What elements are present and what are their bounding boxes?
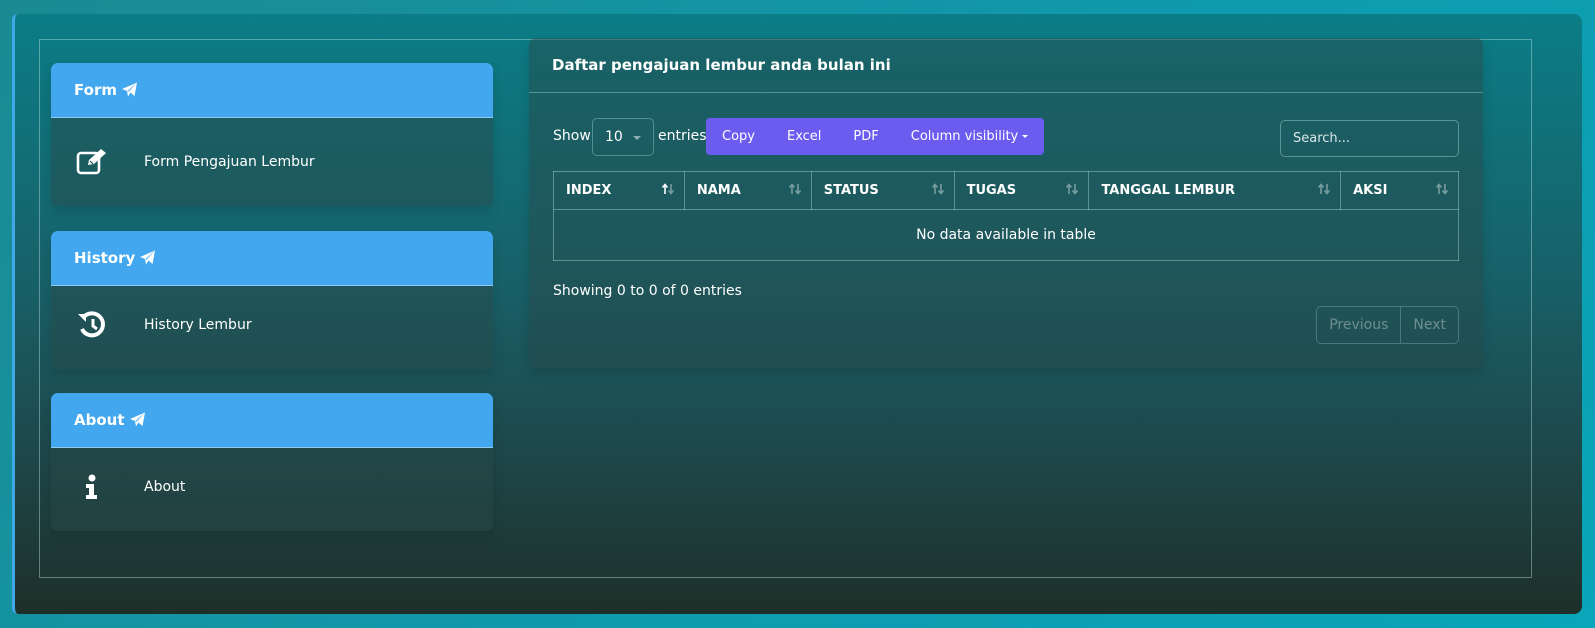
page-title: Daftar pengajuan lembur anda bulan ini xyxy=(529,38,1483,93)
copy-button[interactable]: Copy xyxy=(706,118,771,155)
about-card: About About xyxy=(51,393,493,531)
sort-ascending-icon xyxy=(661,183,675,195)
next-page-button[interactable]: Next xyxy=(1400,307,1458,343)
table-toolbar: Show 10 entries Copy Excel PDF Column vi… xyxy=(553,118,1459,158)
entries-length-select[interactable]: 10 xyxy=(592,118,654,156)
table-info: Showing 0 to 0 of 0 entries xyxy=(553,283,742,299)
empty-table-message: No data available in table xyxy=(553,209,1459,261)
sidebar-item-label: About xyxy=(144,479,186,495)
about-card-title: About xyxy=(74,411,125,429)
table-header-row: INDEX NAMA STATUS TUGAS TANGGAL LEMBUR A… xyxy=(553,171,1459,210)
sidebar-item-history-lembur[interactable]: History Lembur xyxy=(51,286,493,364)
paper-plane-icon xyxy=(129,412,146,428)
sort-icon xyxy=(1317,183,1331,195)
edit-icon xyxy=(74,148,110,176)
sort-icon xyxy=(1065,183,1079,195)
column-visibility-label: Column visibility xyxy=(910,129,1019,144)
show-label: Show xyxy=(553,128,591,144)
sidebar-item-label: Form Pengajuan Lembur xyxy=(144,153,315,170)
history-icon xyxy=(74,310,110,340)
app-frame: Form Form Pengajuan Lembur History Histo… xyxy=(12,14,1582,614)
column-header-index[interactable]: INDEX xyxy=(553,171,685,210)
about-card-header: About xyxy=(51,393,493,448)
export-button-group: Copy Excel PDF Column visibility xyxy=(706,118,1045,155)
info-icon xyxy=(74,474,110,500)
history-card-title: History xyxy=(74,249,136,267)
sidebar-item-form-pengajuan[interactable]: Form Pengajuan Lembur xyxy=(51,118,493,205)
history-card-header: History xyxy=(51,231,493,286)
column-header-tanggal-lembur[interactable]: TANGGAL LEMBUR xyxy=(1088,171,1342,210)
sidebar-item-about[interactable]: About xyxy=(51,448,493,526)
history-card: History History Lembur xyxy=(51,231,493,369)
main-card: Daftar pengajuan lembur anda bulan ini S… xyxy=(529,38,1483,368)
column-header-tugas[interactable]: TUGAS xyxy=(953,171,1090,210)
paper-plane-icon xyxy=(121,82,138,98)
excel-button[interactable]: Excel xyxy=(771,118,837,155)
sidebar-item-label: History Lembur xyxy=(144,317,252,333)
column-header-status[interactable]: STATUS xyxy=(810,171,955,210)
column-header-nama[interactable]: NAMA xyxy=(683,171,812,210)
entries-label: entries xyxy=(658,128,707,144)
column-visibility-button[interactable]: Column visibility xyxy=(895,118,1045,155)
search-input[interactable] xyxy=(1280,120,1459,157)
sort-icon xyxy=(1435,183,1449,195)
form-card-title: Form xyxy=(74,81,117,99)
column-header-aksi[interactable]: AKSI xyxy=(1340,171,1459,210)
chevron-down-icon xyxy=(633,136,641,140)
paper-plane-icon xyxy=(139,250,156,266)
pdf-button[interactable]: PDF xyxy=(837,118,894,155)
pagination: Previous Next xyxy=(1316,306,1459,344)
caret-down-icon xyxy=(1022,135,1029,138)
sort-icon xyxy=(931,183,945,195)
entries-length-value: 10 xyxy=(605,129,623,145)
sort-icon xyxy=(788,183,802,195)
form-card: Form Form Pengajuan Lembur xyxy=(51,63,493,206)
form-card-header: Form xyxy=(51,63,493,118)
table-row: No data available in table xyxy=(553,209,1459,261)
previous-page-button[interactable]: Previous xyxy=(1317,307,1400,343)
overtime-table: INDEX NAMA STATUS TUGAS TANGGAL LEMBUR A… xyxy=(553,171,1459,261)
